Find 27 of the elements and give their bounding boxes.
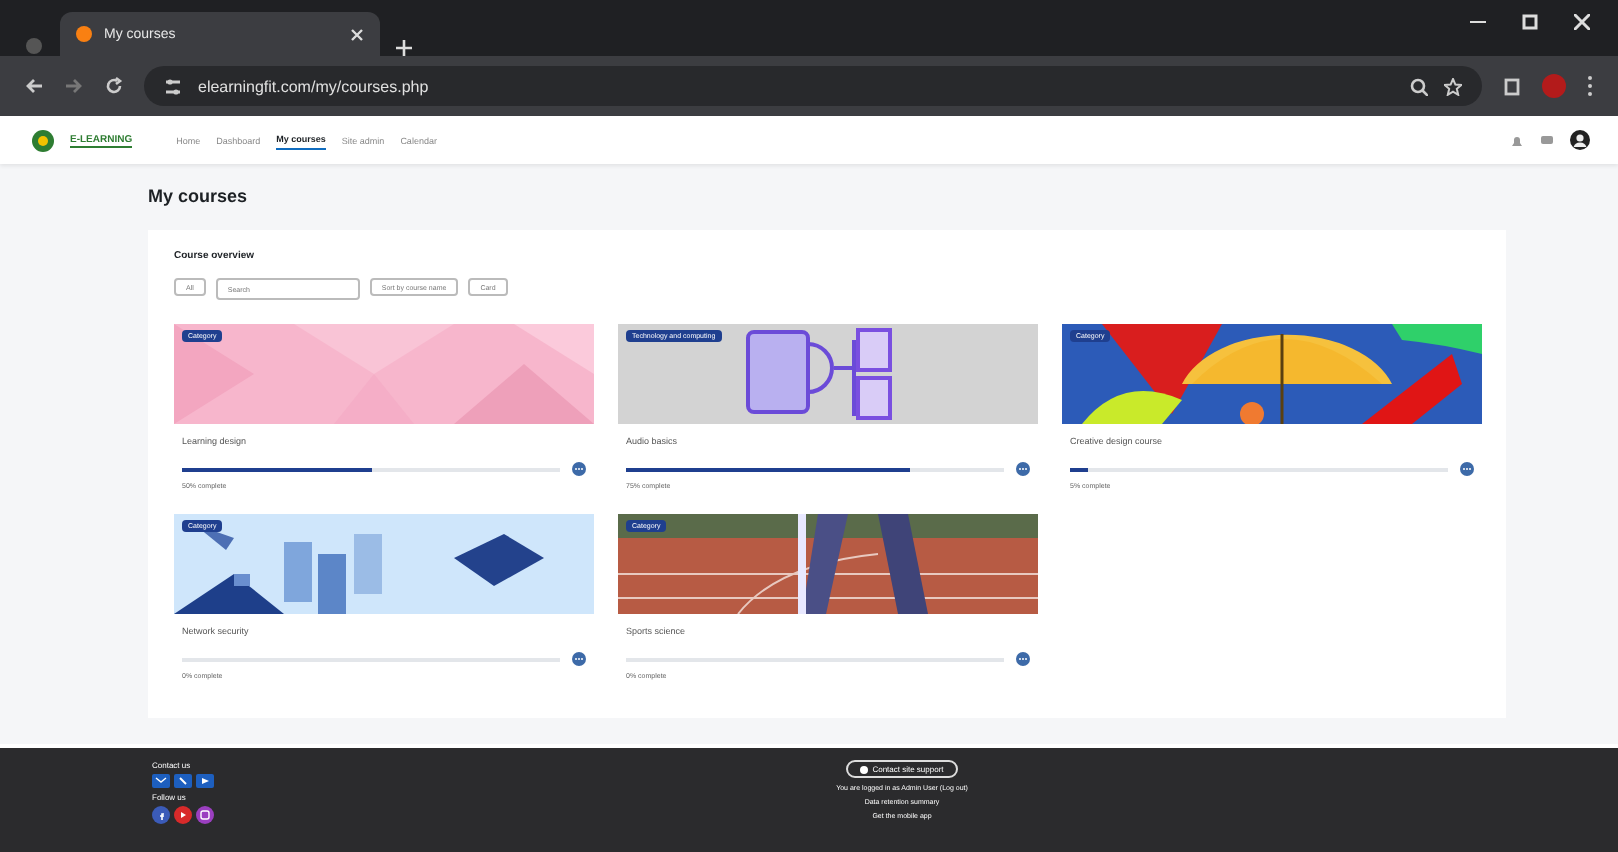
close-icon[interactable] xyxy=(1574,14,1590,30)
page-title: My courses xyxy=(148,186,250,206)
back-icon[interactable] xyxy=(24,76,44,96)
zoom-icon[interactable] xyxy=(1410,77,1428,95)
plus-icon[interactable] xyxy=(396,40,412,56)
course-menu-icon[interactable] xyxy=(1016,652,1030,666)
url-text: elearningfit.com/my/courses.php xyxy=(198,77,431,95)
restore-icon[interactable] xyxy=(1522,14,1538,30)
reload-icon[interactable] xyxy=(104,76,124,96)
facebook-icon[interactable] xyxy=(152,806,170,824)
youtube-icon[interactable] xyxy=(174,806,192,824)
star-icon[interactable] xyxy=(1444,77,1462,95)
logo-icon xyxy=(32,129,54,151)
site-info-icon[interactable] xyxy=(164,77,182,95)
course-menu-icon[interactable] xyxy=(572,462,586,476)
course-menu-icon[interactable] xyxy=(1016,462,1030,476)
address-bar[interactable]: elearningfit.com/my/courses.php xyxy=(144,66,1482,106)
forward-icon[interactable] xyxy=(64,76,84,96)
course-menu-icon[interactable] xyxy=(1460,462,1474,476)
close-icon[interactable] xyxy=(350,27,364,41)
user-avatar-icon[interactable] xyxy=(1570,130,1590,150)
instagram-icon[interactable] xyxy=(196,806,214,824)
bell-icon[interactable] xyxy=(1510,133,1524,147)
mail-icon[interactable] xyxy=(152,774,170,788)
send-icon[interactable] xyxy=(196,774,214,788)
course-menu-icon[interactable] xyxy=(572,652,586,666)
more-icon[interactable] xyxy=(1586,74,1594,98)
